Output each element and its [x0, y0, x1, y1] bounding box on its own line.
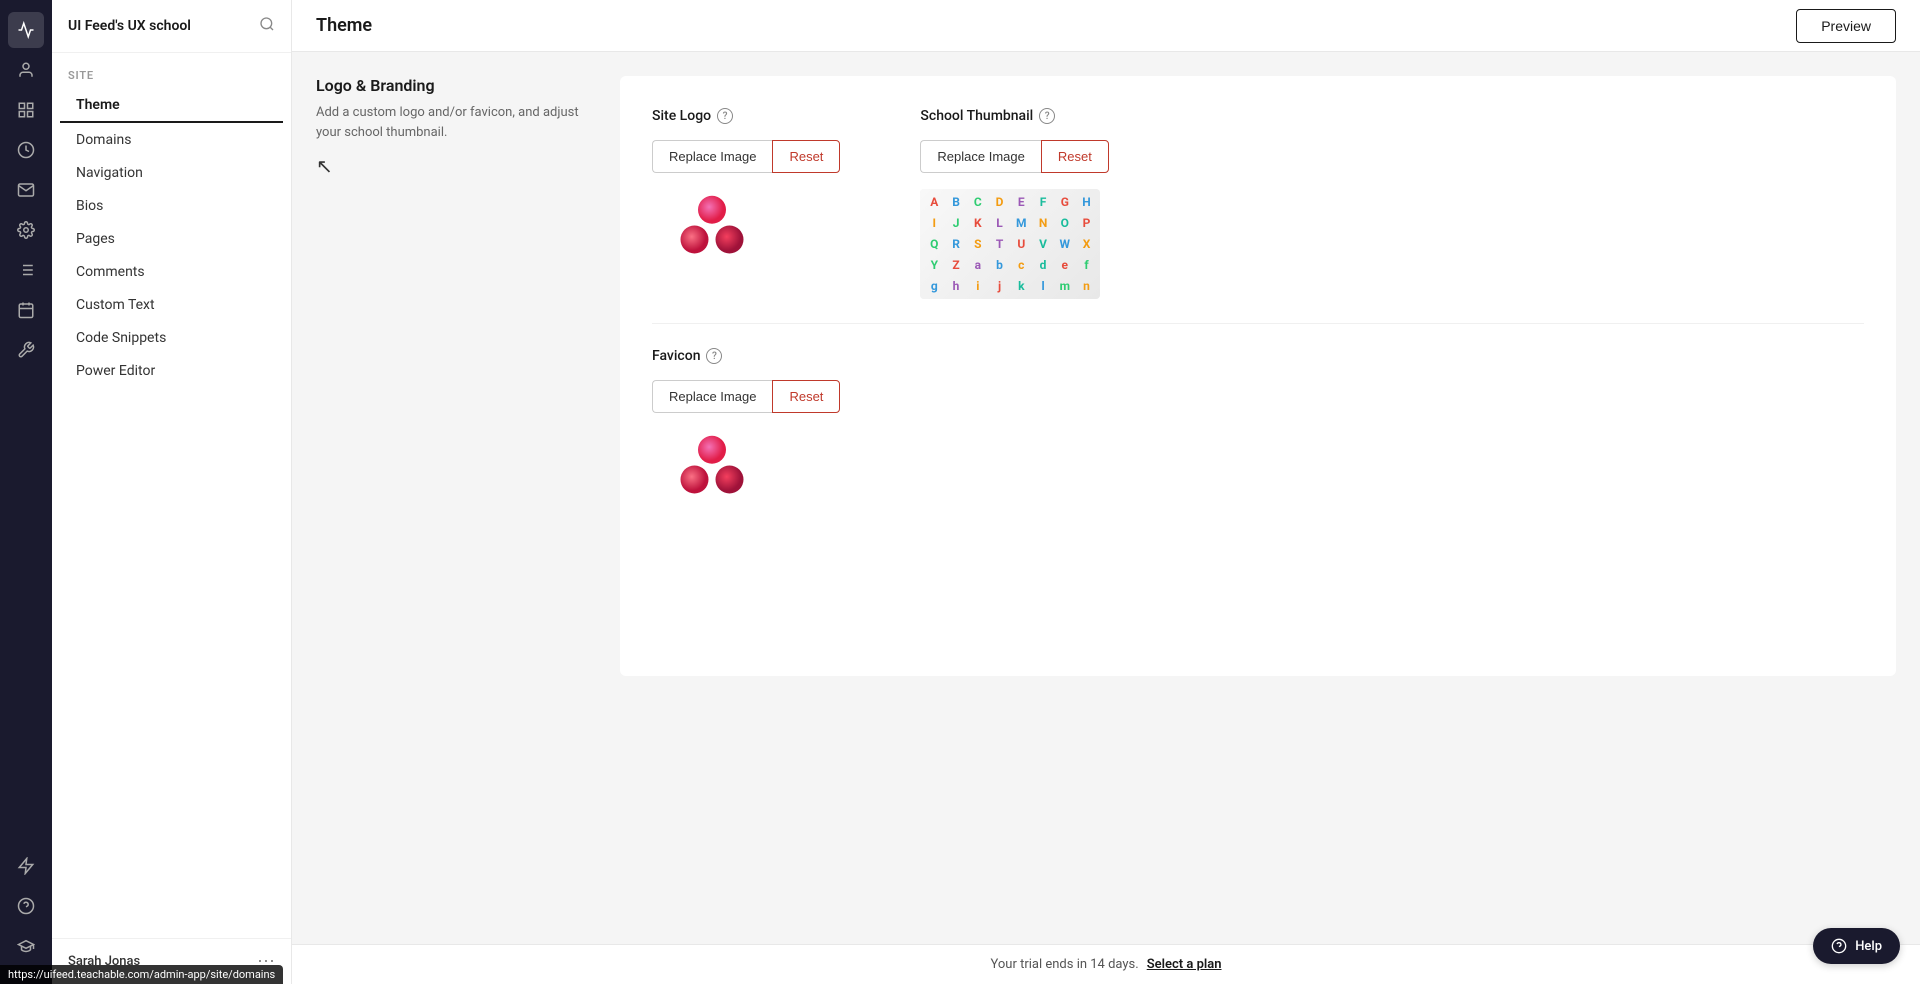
site-logo-dots-svg [672, 194, 752, 264]
school-thumbnail-reset-button[interactable]: Reset [1041, 140, 1109, 173]
graduation-nav-icon[interactable] [8, 928, 44, 964]
favicon-label: Favicon ? [652, 348, 1864, 364]
nav-item-navigation[interactable]: Navigation [60, 157, 283, 189]
section-divider [652, 323, 1864, 324]
icon-sidebar-bottom [8, 848, 44, 972]
nav-item-power-editor[interactable]: Power Editor [60, 355, 283, 387]
site-logo-block: Site Logo ? Replace Image Reset [652, 108, 840, 269]
help-circle-nav-icon[interactable] [8, 888, 44, 924]
school-thumbnail-label: School Thumbnail ? [920, 108, 1108, 124]
favicon-help-icon[interactable]: ? [706, 348, 722, 364]
content-panel: Site Logo ? Replace Image Reset [620, 76, 1896, 676]
main-area: Theme Preview Logo & Branding Add a cust… [292, 0, 1920, 984]
main-header: Theme Preview [292, 0, 1920, 52]
logo-thumbnail-row: Site Logo ? Replace Image Reset [652, 108, 1864, 299]
analytics-nav-icon[interactable] [8, 12, 44, 48]
email-nav-icon[interactable] [8, 172, 44, 208]
favicon-reset-button[interactable]: Reset [772, 380, 840, 413]
site-section-label: SITE [52, 53, 291, 88]
favicon-section: Favicon ? Replace Image Reset [652, 348, 1864, 509]
select-plan-link[interactable]: Select a plan [1147, 957, 1222, 972]
school-title: UI Feed's UX school [68, 18, 191, 34]
site-logo-help-icon[interactable]: ? [717, 108, 733, 124]
site-logo-preview [652, 189, 772, 269]
school-thumbnail-help-icon[interactable]: ? [1039, 108, 1055, 124]
library-nav-icon[interactable] [8, 252, 44, 288]
site-logo-label: Site Logo ? [652, 108, 840, 124]
dashboard-nav-icon[interactable] [8, 92, 44, 128]
favicon-preview [652, 429, 772, 509]
search-icon[interactable] [259, 16, 275, 36]
nav-sidebar-header: UI Feed's UX school [52, 0, 291, 53]
favicon-dots-svg [672, 434, 752, 504]
main-content: Logo & Branding Add a custom logo and/or… [292, 52, 1920, 944]
school-thumbnail-btn-row: Replace Image Reset [920, 140, 1108, 173]
revenue-nav-icon[interactable] [8, 132, 44, 168]
school-thumbnail-replace-button[interactable]: Replace Image [920, 140, 1040, 173]
school-thumbnail-block: School Thumbnail ? Replace Image Reset A… [920, 108, 1108, 299]
section-title: Logo & Branding [316, 76, 596, 95]
letters-image: ABCDEFGHIJKLMNOPQRSTUVWXYZabcdefghijklmn [920, 189, 1100, 299]
site-logo-replace-button[interactable]: Replace Image [652, 140, 772, 173]
tools-nav-icon[interactable] [8, 332, 44, 368]
favicon-btn-row: Replace Image Reset [652, 380, 1864, 413]
calendar-nav-icon[interactable] [8, 292, 44, 328]
nav-item-pages[interactable]: Pages [60, 223, 283, 255]
nav-sidebar: UI Feed's UX school SITE Theme Domains N… [52, 0, 292, 984]
favicon-block: Favicon ? Replace Image Reset [652, 348, 1864, 509]
site-logo-btn-row: Replace Image Reset [652, 140, 840, 173]
help-fab-icon [1831, 938, 1847, 954]
cursor-indicator: ↖ [316, 154, 333, 178]
icon-sidebar-top [8, 12, 44, 844]
favicon-replace-button[interactable]: Replace Image [652, 380, 772, 413]
nav-item-domains[interactable]: Domains [60, 124, 283, 156]
settings-nav-icon[interactable] [8, 212, 44, 248]
bottom-bar: Your trial ends in 14 days. Select a pla… [292, 944, 1920, 984]
description-panel: Logo & Branding Add a custom logo and/or… [316, 76, 596, 178]
help-fab[interactable]: Help [1813, 928, 1900, 964]
help-fab-label: Help [1855, 939, 1882, 954]
nav-item-custom-text[interactable]: Custom Text [60, 289, 283, 321]
flash-nav-icon[interactable] [8, 848, 44, 884]
url-bar: https://uifeed.teachable.com/admin-app/s… [0, 965, 283, 984]
school-thumbnail-preview: ABCDEFGHIJKLMNOPQRSTUVWXYZabcdefghijklmn [920, 189, 1100, 299]
site-logo-reset-button[interactable]: Reset [772, 140, 840, 173]
nav-item-code-snippets[interactable]: Code Snippets [60, 322, 283, 354]
page-title: Theme [316, 15, 372, 36]
trial-text: Your trial ends in 14 days. [990, 957, 1138, 972]
nav-item-comments[interactable]: Comments [60, 256, 283, 288]
nav-item-bios[interactable]: Bios [60, 190, 283, 222]
section-description: Add a custom logo and/or favicon, and ad… [316, 103, 596, 142]
nav-items-list: Theme Domains Navigation Bios Pages Comm… [52, 88, 291, 388]
nav-item-theme[interactable]: Theme [60, 89, 283, 123]
preview-button[interactable]: Preview [1796, 9, 1896, 43]
icon-sidebar [0, 0, 52, 984]
users-nav-icon[interactable] [8, 52, 44, 88]
